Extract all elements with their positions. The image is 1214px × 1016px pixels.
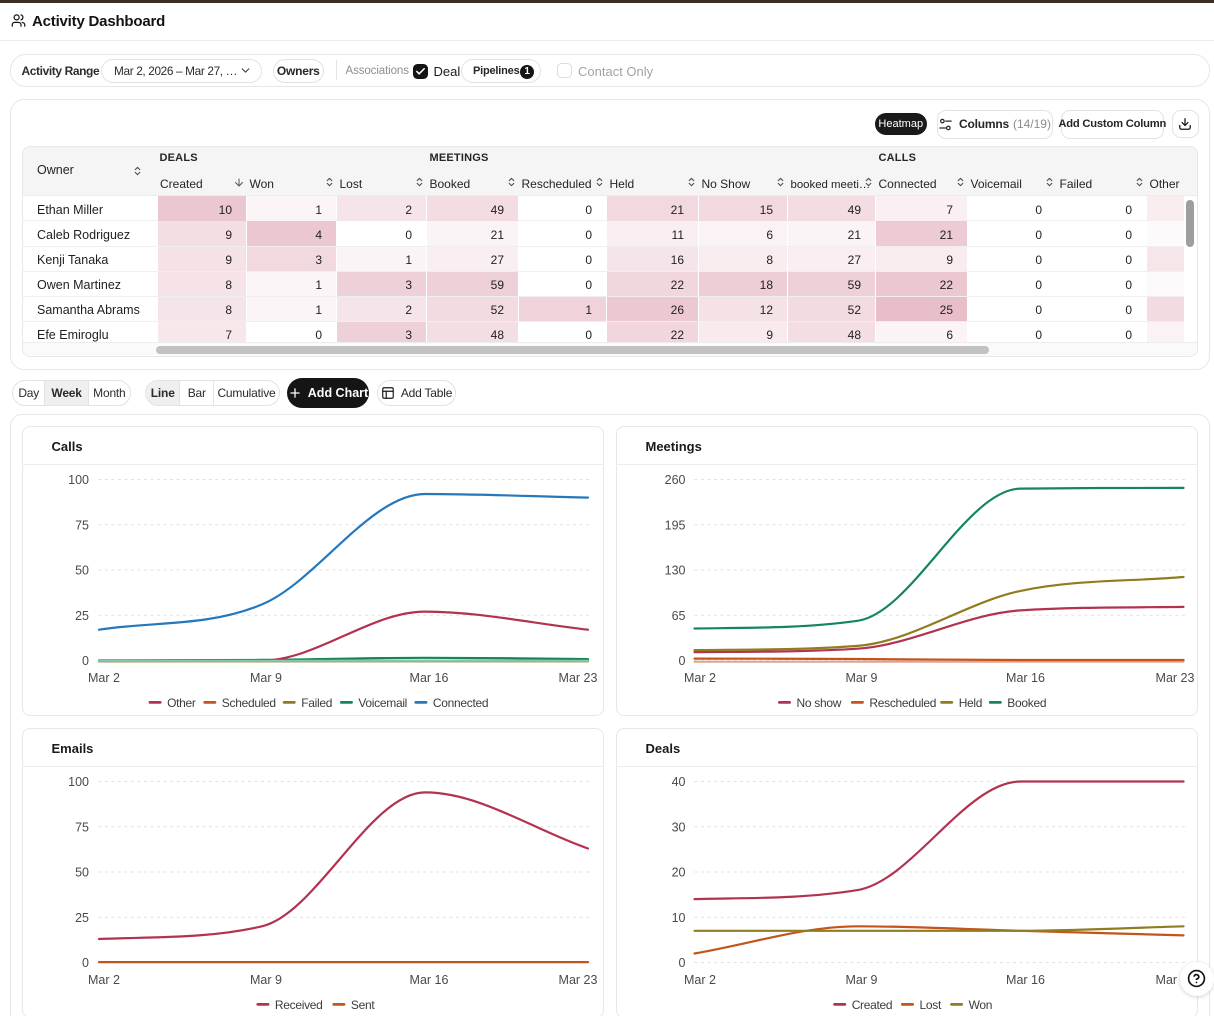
svg-text:65: 65 <box>672 608 686 622</box>
svg-text:Scheduled: Scheduled <box>222 696 276 710</box>
svg-text:40: 40 <box>672 775 686 789</box>
svg-text:Lost: Lost <box>920 998 942 1012</box>
svg-text:Sent: Sent <box>351 998 375 1012</box>
svg-text:No show: No show <box>797 696 842 710</box>
svg-text:Mar 16: Mar 16 <box>1006 671 1045 685</box>
svg-text:0: 0 <box>679 956 686 970</box>
svg-text:Mar 9: Mar 9 <box>250 671 282 685</box>
svg-text:Mar 16: Mar 16 <box>410 671 449 685</box>
svg-text:Other: Other <box>167 696 196 710</box>
svg-text:50: 50 <box>75 865 89 879</box>
svg-text:Received: Received <box>275 998 323 1012</box>
svg-text:0: 0 <box>82 956 89 970</box>
svg-text:Mar 9: Mar 9 <box>846 973 878 987</box>
svg-text:10: 10 <box>672 910 686 924</box>
svg-text:75: 75 <box>75 820 89 834</box>
svg-text:Mar 16: Mar 16 <box>410 973 449 987</box>
svg-text:Mar 2: Mar 2 <box>88 671 120 685</box>
svg-text:Mar 23: Mar 23 <box>559 671 598 685</box>
svg-text:0: 0 <box>679 654 686 668</box>
svg-text:Held: Held <box>959 696 982 710</box>
svg-text:Created: Created <box>852 998 893 1012</box>
svg-text:30: 30 <box>672 820 686 834</box>
svg-text:50: 50 <box>75 563 89 577</box>
svg-text:Rescheduled: Rescheduled <box>869 696 936 710</box>
svg-text:130: 130 <box>665 563 686 577</box>
svg-text:Mar 2: Mar 2 <box>88 973 120 987</box>
svg-text:260: 260 <box>665 473 686 487</box>
svg-text:Won: Won <box>969 998 993 1012</box>
svg-text:0: 0 <box>82 654 89 668</box>
svg-text:195: 195 <box>665 518 686 532</box>
svg-text:100: 100 <box>68 473 89 487</box>
svg-text:Mar 2: Mar 2 <box>684 671 716 685</box>
svg-text:Mar 16: Mar 16 <box>1006 973 1045 987</box>
svg-text:Mar 23: Mar 23 <box>1156 671 1195 685</box>
svg-text:Mar 23: Mar 23 <box>559 973 598 987</box>
svg-text:Voicemail: Voicemail <box>358 696 407 710</box>
svg-text:Booked: Booked <box>1007 696 1046 710</box>
svg-text:Mar 9: Mar 9 <box>250 973 282 987</box>
svg-text:Failed: Failed <box>301 696 332 710</box>
svg-text:20: 20 <box>672 865 686 879</box>
svg-text:Connected: Connected <box>433 696 488 710</box>
svg-text:25: 25 <box>75 608 89 622</box>
svg-text:Mar 2: Mar 2 <box>684 973 716 987</box>
svg-text:25: 25 <box>75 910 89 924</box>
svg-text:100: 100 <box>68 775 89 789</box>
svg-text:Mar 9: Mar 9 <box>846 671 878 685</box>
svg-text:75: 75 <box>75 518 89 532</box>
